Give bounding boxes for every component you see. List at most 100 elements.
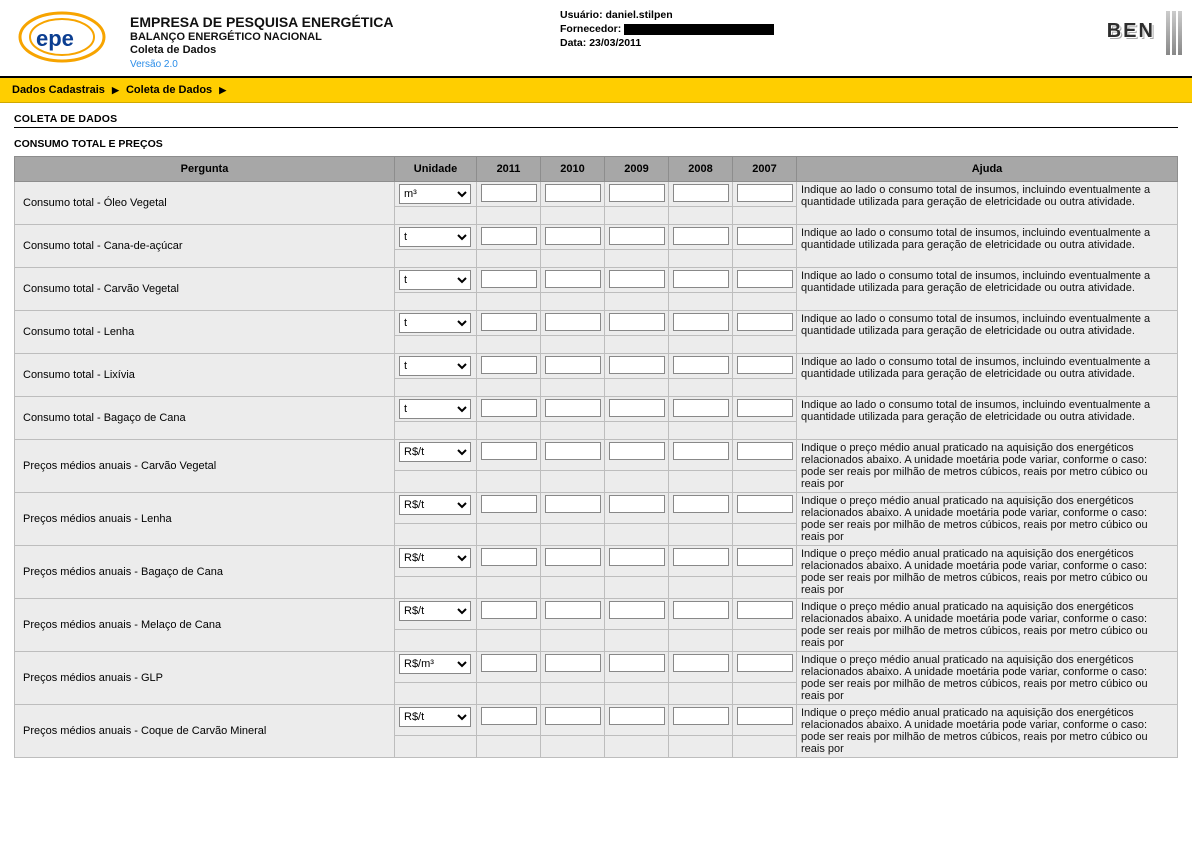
year-input[interactable]: [481, 313, 537, 331]
empty-cell: [605, 470, 669, 492]
unit-select[interactable]: m³tR$/tR$/m³: [399, 399, 471, 419]
year-input[interactable]: [737, 356, 793, 374]
year-cell: [605, 397, 669, 422]
year-input[interactable]: [609, 654, 665, 672]
year-input[interactable]: [481, 227, 537, 245]
year-input[interactable]: [673, 184, 729, 202]
empty-cell: [669, 379, 733, 397]
fornecedor-redacted: [624, 24, 774, 35]
empty-cell: [541, 250, 605, 268]
year-input[interactable]: [673, 442, 729, 460]
unit-select[interactable]: m³tR$/tR$/m³: [399, 495, 471, 515]
data-value: 23/03/2011: [589, 37, 641, 49]
year-input[interactable]: [673, 548, 729, 566]
help-text: Indique o preço médio anual praticado na…: [797, 493, 1178, 546]
year-input[interactable]: [545, 356, 601, 374]
year-input[interactable]: [673, 495, 729, 513]
year-cell: [605, 182, 669, 207]
year-input[interactable]: [737, 184, 793, 202]
year-cell: [733, 599, 797, 630]
year-input[interactable]: [481, 184, 537, 202]
year-input[interactable]: [609, 270, 665, 288]
unit-select[interactable]: m³tR$/tR$/m³: [399, 654, 471, 674]
empty-cell: [733, 735, 797, 757]
year-input[interactable]: [545, 270, 601, 288]
breadcrumb-coleta-de-dados[interactable]: Coleta de Dados: [126, 84, 212, 96]
year-input[interactable]: [481, 356, 537, 374]
empty-cell: [541, 379, 605, 397]
year-input[interactable]: [737, 654, 793, 672]
year-input[interactable]: [481, 495, 537, 513]
year-input[interactable]: [609, 313, 665, 331]
year-input[interactable]: [673, 313, 729, 331]
unit-select[interactable]: m³tR$/tR$/m³: [399, 601, 471, 621]
unit-select[interactable]: m³tR$/tR$/m³: [399, 184, 471, 204]
year-input[interactable]: [609, 184, 665, 202]
year-input[interactable]: [545, 184, 601, 202]
year-input[interactable]: [737, 227, 793, 245]
unit-select[interactable]: m³tR$/tR$/m³: [399, 356, 471, 376]
year-input[interactable]: [737, 601, 793, 619]
year-input[interactable]: [737, 495, 793, 513]
year-input[interactable]: [481, 707, 537, 725]
year-input[interactable]: [545, 442, 601, 460]
year-input[interactable]: [545, 399, 601, 417]
col-unidade: Unidade: [395, 157, 477, 182]
empty-cell: [477, 523, 541, 545]
year-input[interactable]: [609, 399, 665, 417]
unit-cell: m³tR$/tR$/m³: [395, 311, 477, 336]
year-cell: [605, 546, 669, 577]
year-input[interactable]: [737, 442, 793, 460]
year-input[interactable]: [481, 270, 537, 288]
year-input[interactable]: [481, 442, 537, 460]
year-input[interactable]: [609, 707, 665, 725]
year-input[interactable]: [673, 601, 729, 619]
year-input[interactable]: [481, 548, 537, 566]
year-input[interactable]: [737, 313, 793, 331]
year-input[interactable]: [545, 227, 601, 245]
year-input[interactable]: [673, 227, 729, 245]
year-input[interactable]: [673, 399, 729, 417]
year-input[interactable]: [545, 707, 601, 725]
year-input[interactable]: [737, 270, 793, 288]
year-input[interactable]: [609, 495, 665, 513]
year-input[interactable]: [673, 356, 729, 374]
breadcrumb-dados-cadastrais[interactable]: Dados Cadastrais: [12, 84, 105, 96]
year-input[interactable]: [609, 601, 665, 619]
year-input[interactable]: [737, 707, 793, 725]
unit-cell: m³tR$/tR$/m³: [395, 493, 477, 524]
breadcrumb: Dados Cadastrais ▶ Coleta de Dados ▶: [0, 78, 1192, 103]
year-input[interactable]: [545, 313, 601, 331]
unit-select[interactable]: m³tR$/tR$/m³: [399, 548, 471, 568]
year-input[interactable]: [609, 356, 665, 374]
year-input[interactable]: [609, 548, 665, 566]
year-input[interactable]: [673, 654, 729, 672]
year-input[interactable]: [609, 227, 665, 245]
unit-select[interactable]: m³tR$/tR$/m³: [399, 707, 471, 727]
year-input[interactable]: [609, 442, 665, 460]
empty-cell: [395, 293, 477, 311]
year-cell: [669, 225, 733, 250]
unit-select[interactable]: m³tR$/tR$/m³: [399, 270, 471, 290]
empty-cell: [477, 682, 541, 704]
unit-select[interactable]: m³tR$/tR$/m³: [399, 313, 471, 333]
year-input[interactable]: [737, 399, 793, 417]
year-input[interactable]: [673, 707, 729, 725]
year-cell: [605, 652, 669, 683]
unit-select[interactable]: m³tR$/tR$/m³: [399, 442, 471, 462]
unit-cell: m³tR$/tR$/m³: [395, 354, 477, 379]
year-input[interactable]: [545, 495, 601, 513]
year-input[interactable]: [545, 548, 601, 566]
empty-cell: [605, 207, 669, 225]
year-input[interactable]: [481, 399, 537, 417]
year-input[interactable]: [545, 601, 601, 619]
help-text: Indique o preço médio anual praticado na…: [797, 546, 1178, 599]
year-input[interactable]: [545, 654, 601, 672]
year-input[interactable]: [481, 601, 537, 619]
year-input[interactable]: [481, 654, 537, 672]
unit-select[interactable]: m³tR$/tR$/m³: [399, 227, 471, 247]
data-table: Pergunta Unidade 2011 2010 2009 2008 200…: [14, 156, 1178, 758]
year-input[interactable]: [737, 548, 793, 566]
empty-cell: [477, 207, 541, 225]
year-input[interactable]: [673, 270, 729, 288]
